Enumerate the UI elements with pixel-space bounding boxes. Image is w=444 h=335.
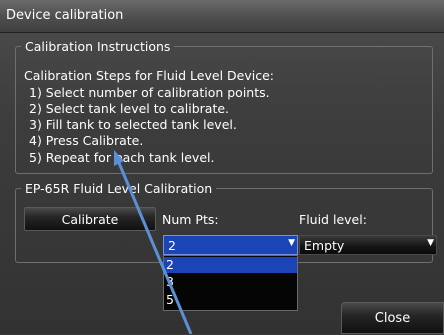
chevron-down-icon: ▼ [288, 238, 295, 248]
num-pts-option-2[interactable]: 2 [164, 257, 297, 273]
device-calibration-dialog: Device calibration Calibration Instructi… [0, 0, 444, 334]
num-pts-option-5[interactable]: 5 [164, 292, 297, 308]
num-pts-dropdown-list: 2 3 5 [163, 255, 298, 311]
instruction-step-5: 5) Repeat for each tank level. [29, 150, 215, 165]
calibrate-button[interactable]: Calibrate [24, 207, 156, 231]
instruction-step-4: 4) Press Calibrate. [29, 133, 144, 148]
fluid-level-value: Empty [304, 238, 345, 253]
num-pts-select[interactable]: 2 ▼ [163, 235, 298, 255]
window-title: Device calibration [6, 8, 124, 23]
instructions-legend: Calibration Instructions [25, 39, 171, 54]
instruction-step-1: 1) Select number of calibration points. [29, 85, 270, 100]
fluid-level-label: Fluid level: [299, 212, 367, 227]
instructions-heading: Calibration Steps for Fluid Level Device… [24, 68, 274, 83]
instruction-step-3: 3) Fill tank to selected tank level. [29, 117, 237, 132]
fluid-level-select[interactable]: Empty ▼ [299, 235, 437, 255]
num-pts-value: 2 [168, 238, 176, 253]
calibration-legend: EP-65R Fluid Level Calibration [25, 181, 213, 196]
close-button[interactable]: Close [341, 302, 444, 334]
title-bar: Device calibration [0, 0, 444, 33]
instruction-step-2: 2) Select tank level to calibrate. [29, 101, 230, 116]
num-pts-label: Num Pts: [162, 212, 219, 227]
num-pts-option-3[interactable]: 3 [164, 274, 297, 290]
chevron-down-icon: ▼ [427, 238, 434, 248]
